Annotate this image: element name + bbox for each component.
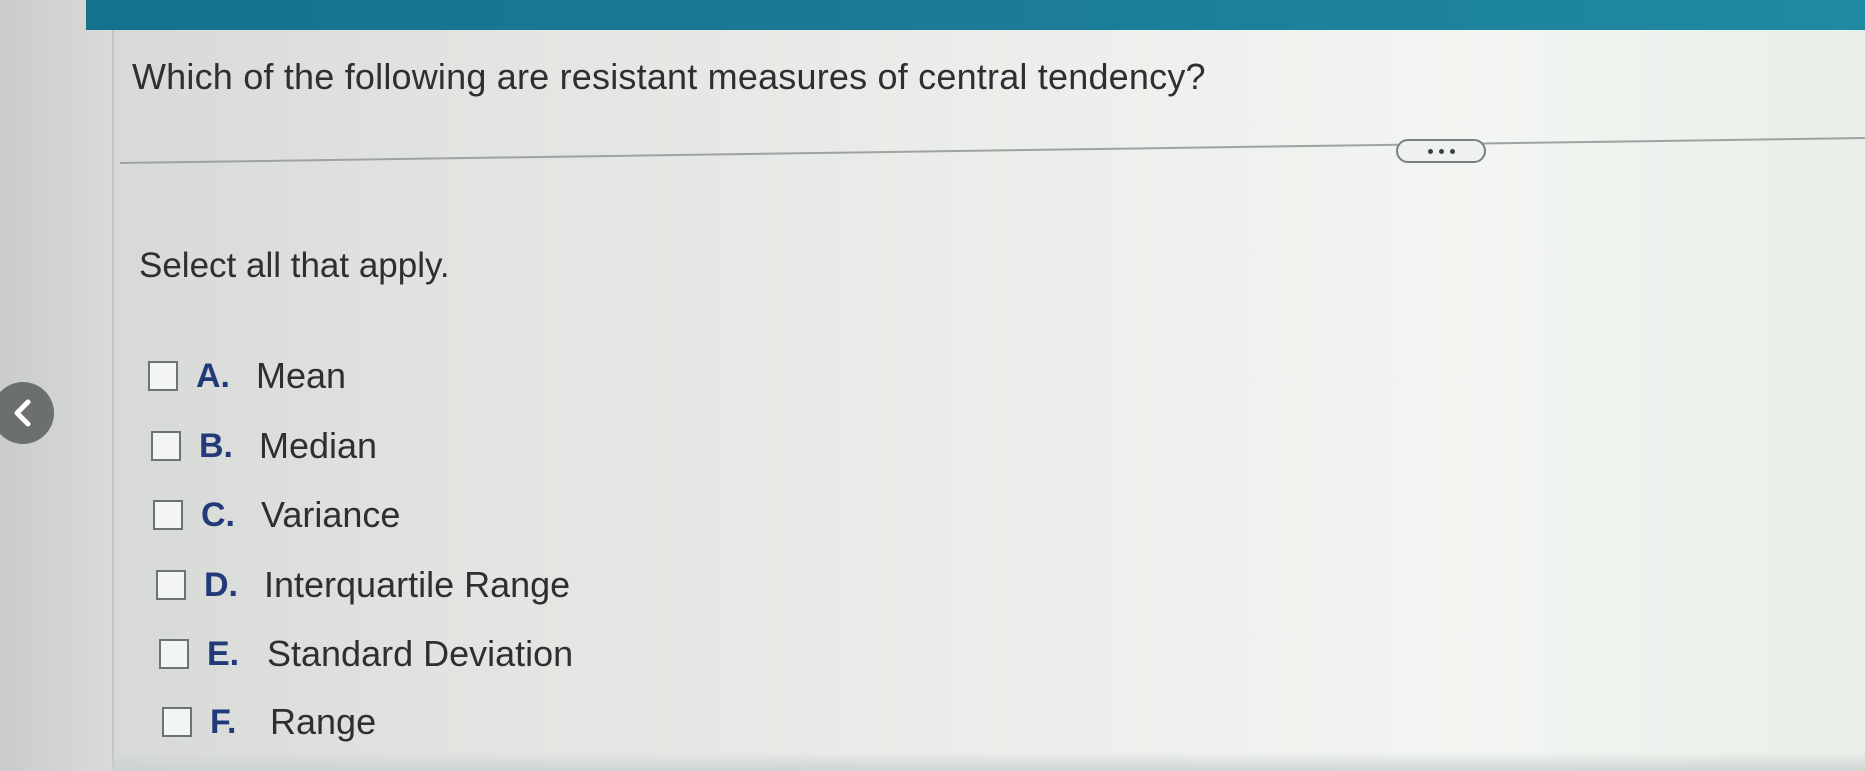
option-label: Range (270, 701, 377, 742)
bottom-edge-shade (112, 752, 1865, 771)
more-options-button[interactable] (1396, 139, 1486, 163)
checkbox-b[interactable] (151, 431, 181, 461)
option-e[interactable]: E. Standard Deviation (159, 633, 573, 675)
option-label: Mean (256, 355, 347, 396)
instruction-text: Select all that apply. (139, 246, 450, 285)
option-f[interactable]: F. Range (162, 701, 376, 743)
checkbox-a[interactable] (148, 361, 178, 391)
chevron-left-icon (14, 399, 31, 427)
checkbox-d[interactable] (156, 570, 186, 600)
header-bar (86, 0, 1865, 30)
checkbox-c[interactable] (153, 500, 183, 530)
option-label: Standard Deviation (267, 633, 574, 674)
checkbox-e[interactable] (159, 639, 189, 669)
ellipsis-icon (1427, 148, 1433, 154)
option-label: Variance (261, 494, 401, 535)
checkbox-f[interactable] (162, 707, 192, 737)
option-c[interactable]: C. Variance (153, 494, 400, 536)
option-letter: C. (201, 495, 235, 534)
option-letter: D. (204, 565, 238, 604)
question-text: Which of the following are resistant mea… (132, 56, 1206, 97)
option-letter: B. (199, 426, 233, 465)
option-label: Median (259, 425, 378, 466)
option-a[interactable]: A. Mean (148, 355, 346, 397)
option-letter: A. (196, 356, 230, 395)
option-b[interactable]: B. Median (151, 425, 377, 467)
option-label: Interquartile Range (264, 564, 571, 605)
option-d[interactable]: D. Interquartile Range (156, 564, 570, 606)
option-letter: F. (210, 702, 237, 741)
option-letter: E. (207, 634, 240, 673)
